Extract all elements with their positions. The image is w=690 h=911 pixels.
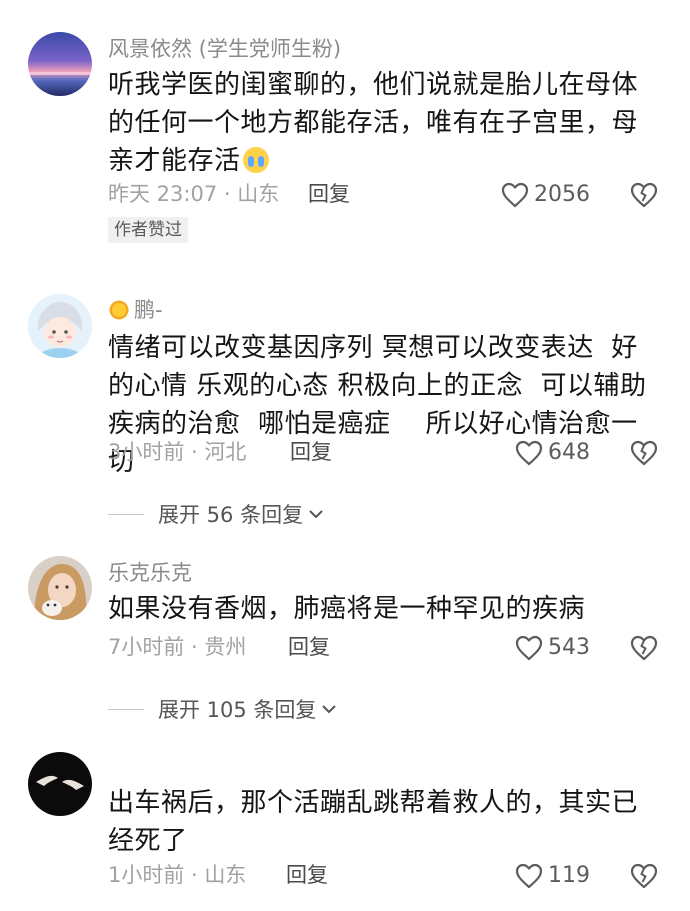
expand-replies-button[interactable]: 展开 105 条回复 xyxy=(108,694,338,724)
like-count: 2056 xyxy=(534,182,590,207)
heart-icon xyxy=(515,863,543,889)
user-avatar[interactable] xyxy=(28,294,92,358)
divider xyxy=(108,708,144,710)
expand-replies-label: 展开 56 条回复 xyxy=(158,503,304,527)
like-button[interactable]: 648 xyxy=(515,439,590,467)
username[interactable]: 乐克乐克 xyxy=(108,560,192,586)
username[interactable]: 鹏- xyxy=(108,297,163,323)
chevron-down-icon xyxy=(309,510,323,519)
comment-text: 听我学医的闺蜜聊的，他们说就是胎儿在母体的任何一个地方都能存活，唯有在子宫里，母… xyxy=(108,66,650,180)
sun-icon xyxy=(108,299,130,321)
like-count: 648 xyxy=(548,440,590,465)
comment-text-body: 听我学医的闺蜜聊的，他们说就是胎儿在母体的任何一个地方都能存活，唯有在子宫里，母… xyxy=(108,70,639,176)
reply-button[interactable]: 回复 xyxy=(290,438,332,466)
username-text: 鹏- xyxy=(134,298,163,322)
crying-face-icon xyxy=(242,147,269,173)
reply-button[interactable]: 回复 xyxy=(308,180,350,208)
like-button[interactable]: 2056 xyxy=(501,181,590,209)
dislike-icon[interactable] xyxy=(630,863,658,889)
username[interactable]: 风景依然 (学生党师生粉) xyxy=(108,36,341,62)
expand-replies-label: 展开 105 条回复 xyxy=(158,698,317,722)
heart-icon xyxy=(501,182,529,208)
dislike-icon[interactable] xyxy=(630,182,658,208)
expand-replies-button[interactable]: 展开 56 条回复 xyxy=(108,499,325,529)
author-liked-badge: 作者赞过 xyxy=(108,217,188,243)
chevron-down-icon xyxy=(322,705,337,714)
dislike-icon[interactable] xyxy=(630,635,658,661)
heart-icon xyxy=(515,635,543,661)
comment-meta: 3小时前 · 河北 xyxy=(108,440,247,464)
reply-button[interactable]: 回复 xyxy=(286,861,328,889)
like-count: 119 xyxy=(548,863,590,888)
dislike-icon[interactable] xyxy=(630,440,658,466)
comment-meta: 昨天 23:07 · 山东 xyxy=(108,182,280,206)
like-button[interactable]: 119 xyxy=(515,862,590,890)
user-avatar[interactable] xyxy=(28,32,92,96)
user-avatar[interactable] xyxy=(28,752,92,816)
like-count: 543 xyxy=(548,635,590,660)
divider xyxy=(108,513,144,515)
reply-button[interactable]: 回复 xyxy=(288,633,330,661)
comment-text: 出车祸后，那个活蹦乱跳帮着救人的，其实已经死了 xyxy=(108,788,639,856)
comment-text: 如果没有香烟，肺癌将是一种罕见的疾病 xyxy=(108,594,586,624)
comment-meta: 7小时前 · 贵州 xyxy=(108,635,247,659)
like-button[interactable]: 543 xyxy=(515,634,590,662)
user-avatar[interactable] xyxy=(28,556,92,620)
heart-icon xyxy=(515,440,543,466)
comment-meta: 1小时前 · 山东 xyxy=(108,863,247,887)
